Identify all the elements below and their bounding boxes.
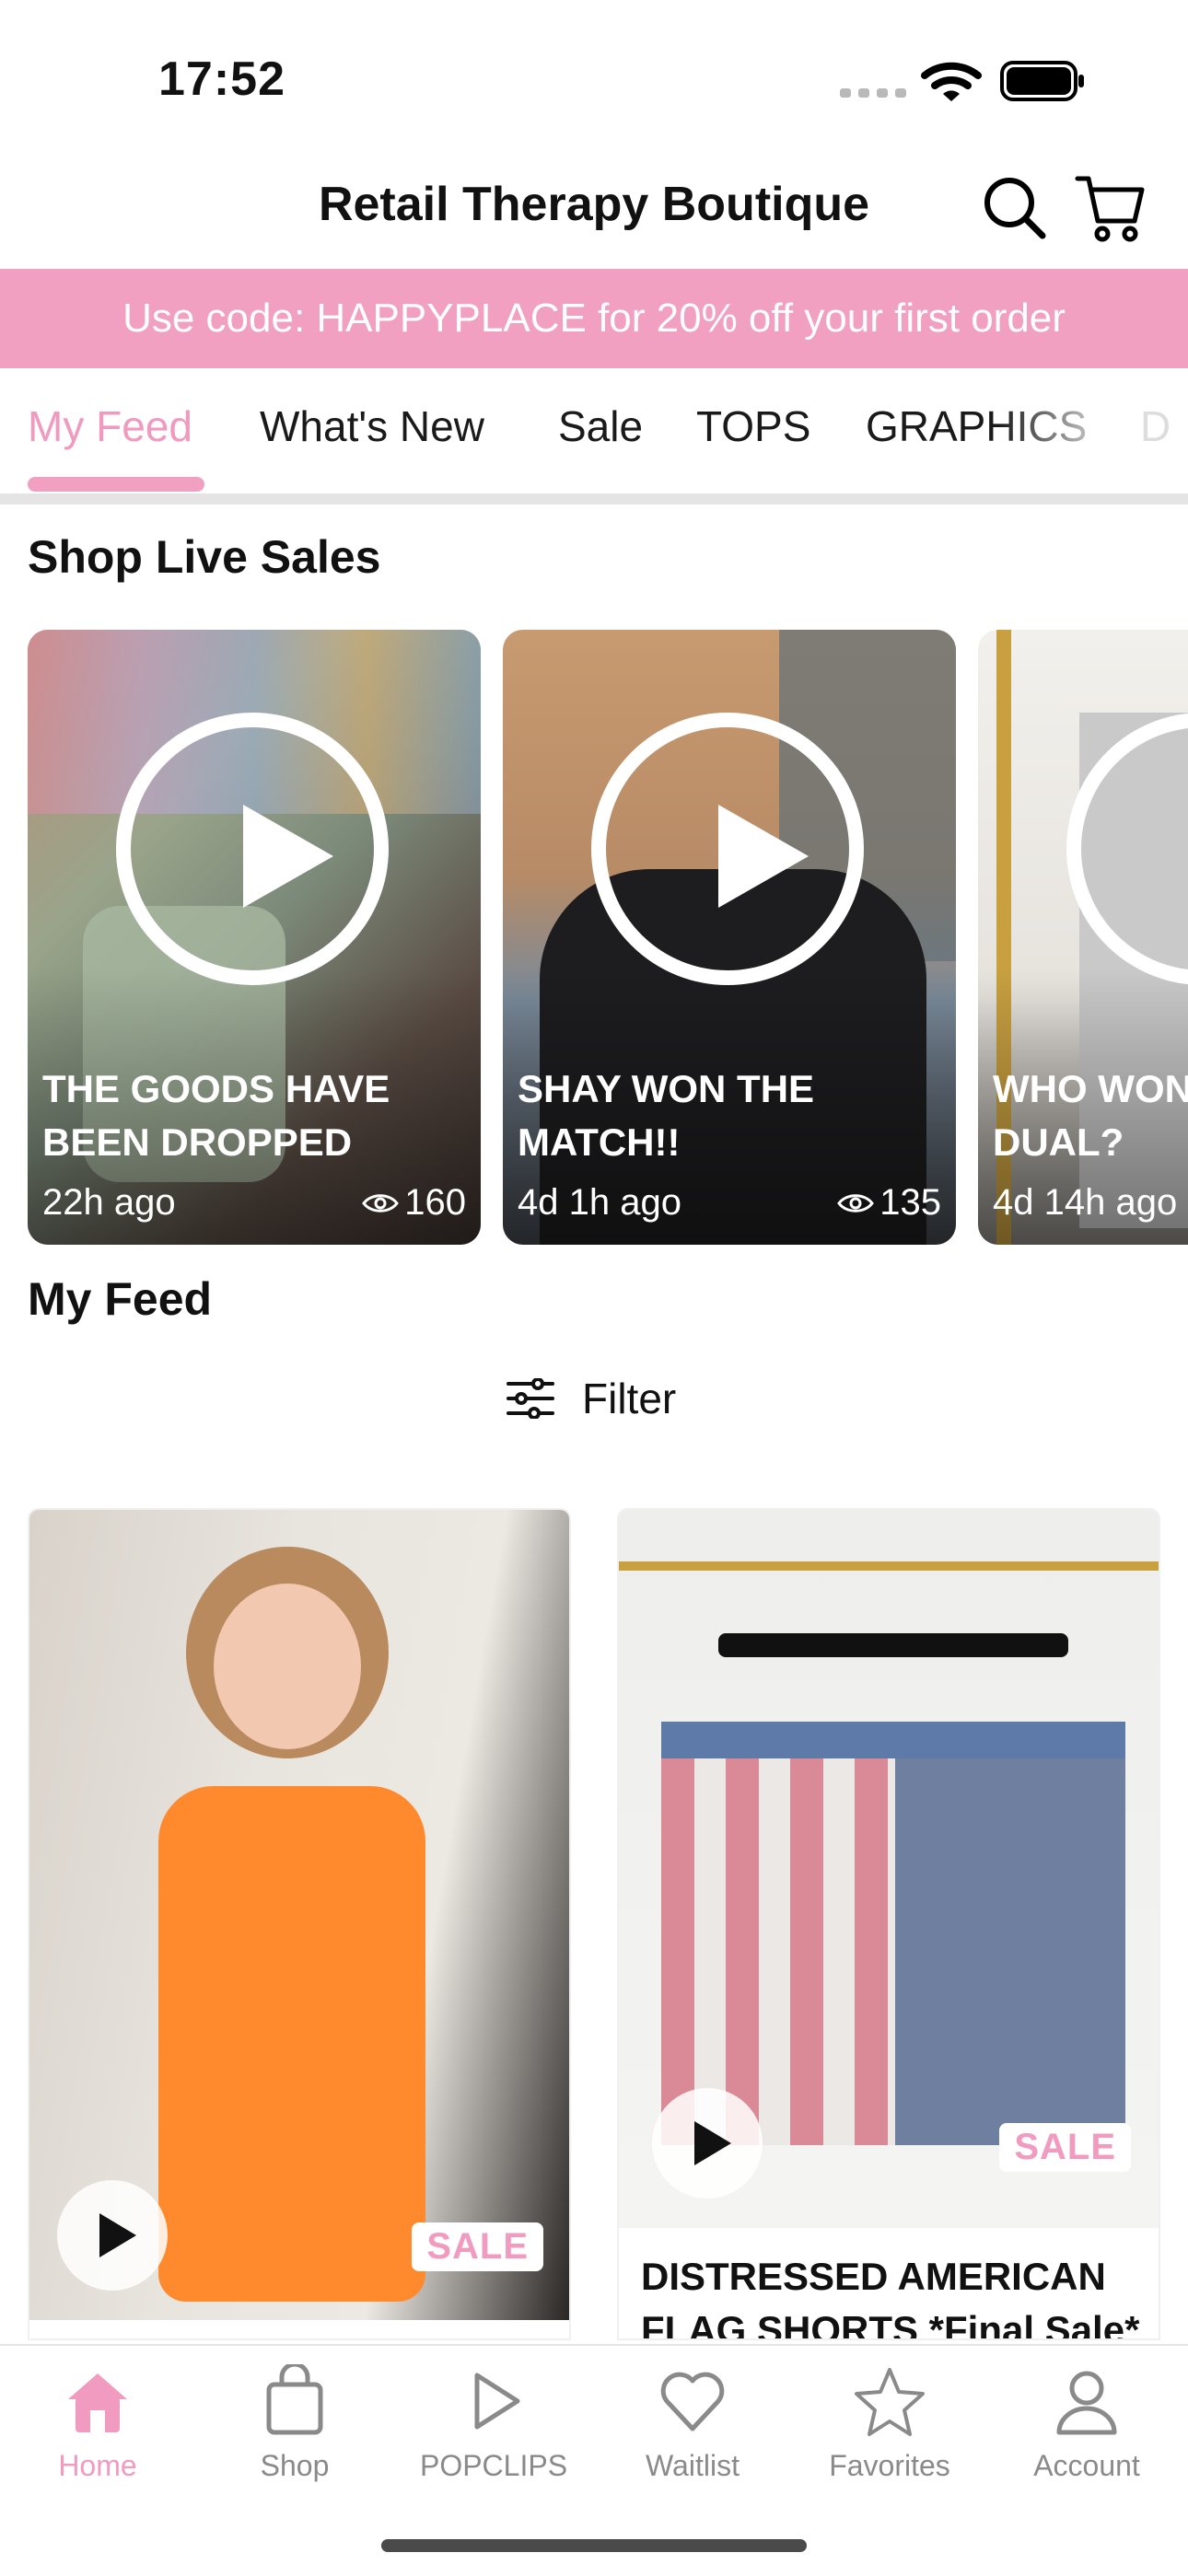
filter-button[interactable]: Filter — [507, 1374, 676, 1423]
view-count: 160 — [404, 1182, 466, 1223]
eye-icon — [837, 1193, 875, 1213]
play-icon[interactable] — [116, 713, 389, 985]
live-card-title: THE GOODS HAVE BEEN DROPPED — [42, 1067, 390, 1164]
nav-label: Waitlist — [646, 2449, 740, 2482]
wifi-icon — [921, 62, 982, 101]
nav-label: POPCLIPS — [419, 2449, 568, 2482]
filter-label: Filter — [582, 1375, 677, 1422]
stripes-image — [661, 1740, 910, 2145]
live-card-title: SHAY WON THE MATCH!! — [518, 1067, 815, 1164]
tab-graphics[interactable]: GRAPHICS — [866, 401, 1087, 451]
sale-badge: SALE — [412, 2222, 543, 2271]
heart-icon — [660, 2372, 725, 2431]
live-card-time: 4d 1h ago — [518, 1182, 681, 1223]
person-icon — [1056, 2371, 1117, 2435]
shopping-bag-icon — [266, 2364, 323, 2435]
live-card[interactable]: THE GOODS HAVE BEEN DROPPED 22h ago 160 — [28, 630, 481, 1245]
live-card[interactable]: SHAY WON THE MATCH!! 4d 1h ago 135 — [503, 630, 956, 1245]
battery-icon — [1000, 61, 1084, 101]
live-sales-heading: Shop Live Sales — [28, 531, 381, 583]
live-card[interactable]: WHO WON THE DUAL? 4d 14h ago — [978, 630, 1188, 1245]
promo-text: Use code: HAPPYPLACE for 20% off your fi… — [122, 296, 1066, 341]
play-icon — [474, 2373, 520, 2430]
video-play-icon[interactable] — [652, 2088, 763, 2199]
model-face-image — [214, 1584, 361, 1749]
stars-panel-image — [895, 1740, 1125, 2145]
filter-sliders-icon — [507, 1378, 554, 1419]
active-tab-indicator — [28, 477, 204, 492]
live-card-title: WHO WON THE DUAL? — [993, 1067, 1188, 1164]
nav-shop[interactable]: Shop — [212, 2364, 378, 2483]
hanger-rail-image — [619, 1561, 1159, 1571]
nav-label: Shop — [260, 2449, 330, 2482]
cellular-signal-icon — [840, 88, 906, 98]
sale-badge: SALE — [999, 2123, 1131, 2172]
hanger-image — [718, 1633, 1068, 1657]
status-time: 17:52 — [158, 52, 285, 106]
nav-label: Favorites — [829, 2449, 950, 2482]
feed-heading: My Feed — [28, 1273, 213, 1325]
nav-label: Home — [58, 2449, 137, 2482]
product-card[interactable]: SALE — [29, 1510, 569, 2338]
star-icon — [855, 2368, 925, 2436]
nav-favorites[interactable]: Favorites — [807, 2364, 973, 2483]
live-card-time: 4d 14h ago — [993, 1182, 1178, 1223]
promo-banner[interactable]: Use code: HAPPYPLACE for 20% off your fi… — [0, 269, 1188, 368]
live-card-views: 160 — [362, 1182, 466, 1224]
nav-popclips[interactable]: POPCLIPS — [411, 2364, 577, 2483]
waistband-image — [661, 1722, 1125, 1758]
tab-tops[interactable]: TOPS — [696, 401, 810, 451]
video-play-icon[interactable] — [57, 2180, 168, 2291]
tab-sale[interactable]: Sale — [558, 401, 643, 451]
nav-home[interactable]: Home — [15, 2364, 181, 2483]
play-icon[interactable] — [591, 713, 864, 985]
tab-more[interactable]: D — [1140, 401, 1171, 451]
orange-romper-image — [158, 1786, 425, 2302]
tab-my-feed[interactable]: My Feed — [28, 401, 192, 451]
view-count: 135 — [879, 1182, 941, 1223]
live-card-views: 135 — [837, 1182, 941, 1224]
nav-label: Account — [1033, 2449, 1140, 2482]
search-icon[interactable] — [982, 175, 1048, 241]
tab-whats-new[interactable]: What's New — [260, 401, 484, 451]
nav-waitlist[interactable]: Waitlist — [610, 2364, 775, 2483]
live-card-time: 22h ago — [42, 1182, 176, 1223]
home-indicator[interactable] — [381, 2539, 807, 2552]
cart-icon[interactable] — [1074, 171, 1147, 245]
product-card[interactable]: SALE DISTRESSED AMERICAN FLAG SHORTS *Fi… — [619, 1510, 1159, 2338]
home-icon — [68, 2373, 127, 2432]
tabs-divider — [0, 493, 1188, 505]
nav-account[interactable]: Account — [1004, 2364, 1170, 2483]
eye-icon — [362, 1193, 400, 1213]
product-title: DISTRESSED AMERICAN FLAG SHORTS *Final S… — [641, 2255, 1140, 2338]
